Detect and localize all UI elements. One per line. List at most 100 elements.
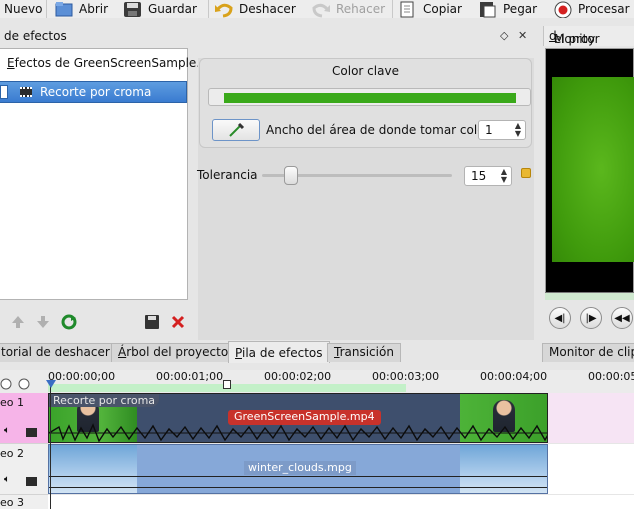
save-icon (123, 1, 143, 18)
timecode-label: 00:00:01;00 (156, 370, 224, 383)
spin-arrows-icon[interactable]: ▲ ▼ (501, 168, 507, 184)
clip-divider (49, 476, 547, 477)
undo-icon (214, 1, 234, 18)
copy-button[interactable]: Copiar (398, 0, 462, 18)
new-label: Nuevo (4, 2, 43, 16)
eyedropper-icon (229, 122, 245, 137)
tolerance-label: Tolerancia (197, 168, 258, 182)
width-area-label: Ancho del área de donde tomar color: (266, 123, 494, 137)
paste-icon (478, 1, 498, 18)
paste-label: Pegar (503, 2, 538, 16)
move-up-icon[interactable] (10, 314, 26, 330)
track-header-video-2[interactable]: eo 2 🔈︎ (0, 444, 48, 494)
track-video-3[interactable] (48, 495, 634, 509)
timeline-tools-icon[interactable] (0, 376, 34, 392)
tab-transition-label: ransición (339, 345, 394, 359)
toolbar-separator (208, 0, 209, 18)
tab-effect-stack-mnemonic: P (235, 346, 242, 360)
new-button[interactable]: Nuevo (4, 0, 42, 18)
toolbar-separator (46, 0, 47, 18)
width-area-value: 1 (485, 123, 493, 137)
speaker-icon[interactable]: 🔈︎ (4, 425, 10, 436)
film-icon[interactable] (26, 477, 37, 486)
clip-winter-clouds[interactable]: winter_clouds.mpg (48, 444, 548, 494)
tab-project-tree-label: rbol del proyecto (126, 345, 229, 359)
keyframe-icon[interactable] (521, 168, 531, 178)
close-panel-icon[interactable]: ✕ (518, 29, 527, 42)
speaker-icon[interactable]: 🔈︎ (4, 474, 10, 485)
color-key-title: Color clave (332, 64, 399, 78)
film-icon[interactable] (26, 428, 37, 437)
timecode-label: 00:00:00;00 (48, 370, 116, 383)
clip-divider (49, 487, 547, 488)
rewind-icon[interactable]: ◀| (549, 307, 571, 329)
track-headers: eo 1 🔈︎ eo 2 🔈︎ eo 3 (0, 393, 48, 509)
project-monitor-titlebar: Monitor d el proy (543, 26, 634, 46)
color-key-fill (224, 93, 516, 103)
audio-waveform (49, 423, 547, 442)
effects-panel-titlebar: de efectos ◇ ✕ (0, 26, 538, 46)
monitor-title-rest: el proy (554, 32, 596, 46)
open-button[interactable]: Abrir (54, 0, 108, 18)
tab-effect-stack[interactable]: Pila de efectos (228, 341, 330, 363)
timecode-label: 00:00:03;00 (372, 370, 440, 383)
toolbar-separator (392, 0, 393, 18)
tolerance-spinbox[interactable]: 15 ▲ ▼ (464, 166, 512, 186)
float-panel-icon[interactable]: ◇ (500, 29, 508, 42)
track-label: eo 1 (0, 396, 24, 409)
effects-list-actions (0, 306, 190, 334)
tab-transition[interactable]: Transición (327, 343, 401, 362)
effect-enable-checkbox[interactable] (0, 85, 8, 99)
tab-undo-history[interactable]: torial de deshacer (0, 343, 117, 362)
track-label: eo 3 (0, 496, 24, 509)
save-button[interactable]: Guardar (123, 0, 197, 18)
project-monitor-title: Monitor d el proy (549, 29, 600, 46)
bottom-tab-bar: torial de deshacer Árbol del proyecto Pi… (0, 340, 634, 363)
timecode-label: 00:00:02;00 (264, 370, 332, 383)
effects-list: Efectos de GreenScreenSample... Recorte … (0, 48, 208, 300)
clip-name-tag: winter_clouds.mpg (244, 461, 356, 475)
monitor-ruler[interactable] (545, 292, 634, 300)
spin-arrows-icon[interactable]: ▲ ▼ (515, 122, 521, 138)
playhead-marker-icon[interactable] (46, 380, 56, 388)
render-label: Procesar (578, 2, 630, 16)
forward-icon[interactable]: |▶ (580, 307, 602, 329)
monitor-preview-image (552, 77, 634, 262)
track-header-video-1[interactable]: eo 1 🔈︎ (0, 393, 48, 443)
save-label: Guardar (148, 2, 197, 16)
undo-label: Deshacer (239, 2, 296, 16)
redo-button[interactable]: Rehacer (311, 0, 385, 18)
open-label: Abrir (79, 2, 109, 16)
tab-project-tree[interactable]: Árbol del proyecto (111, 343, 236, 362)
play-back-icon[interactable]: ◀◀ (611, 307, 633, 329)
effects-list-header-text: fectos de GreenScreenSample... (14, 56, 208, 70)
effect-row-label: Recorte por croma (40, 85, 152, 99)
reset-effect-icon[interactable] (61, 314, 77, 330)
track-label: eo 2 (0, 447, 24, 460)
clip-greenscreen[interactable]: Recorte por croma GreenScreenSample.mp4 (48, 393, 548, 443)
zone-marker-icon[interactable] (223, 380, 231, 389)
effects-list-header-mnemonic: E (7, 56, 15, 70)
copy-icon (398, 1, 418, 18)
width-area-spinbox[interactable]: 1 ▲ ▼ (478, 120, 526, 140)
move-down-icon[interactable] (35, 314, 51, 330)
playhead-line[interactable] (50, 383, 51, 509)
effects-panel-title: de efectos (4, 29, 67, 43)
tolerance-slider-handle[interactable] (283, 166, 298, 185)
save-effect-icon[interactable] (144, 314, 160, 330)
redo-icon (311, 1, 331, 18)
track-header-video-3[interactable]: eo 3 (0, 495, 48, 509)
render-button[interactable]: Procesar (553, 0, 630, 18)
redo-label: Rehacer (336, 2, 386, 16)
color-key-swatch[interactable] (208, 88, 531, 106)
copy-label: Copiar (423, 2, 462, 16)
tab-clip-monitor[interactable]: Monitor de clip (542, 343, 634, 362)
color-picker-button[interactable] (212, 119, 260, 141)
delete-effect-icon[interactable] (170, 314, 186, 330)
timecode-label: 00:00:04;00 (480, 370, 548, 383)
timecode-label: 00:00:05 (588, 370, 634, 383)
undo-button[interactable]: Deshacer (214, 0, 296, 18)
paste-button[interactable]: Pegar (478, 0, 537, 18)
effect-row-chroma-key[interactable]: Recorte por croma (0, 81, 187, 103)
effects-list-header: Efectos de GreenScreenSample... (7, 56, 208, 70)
